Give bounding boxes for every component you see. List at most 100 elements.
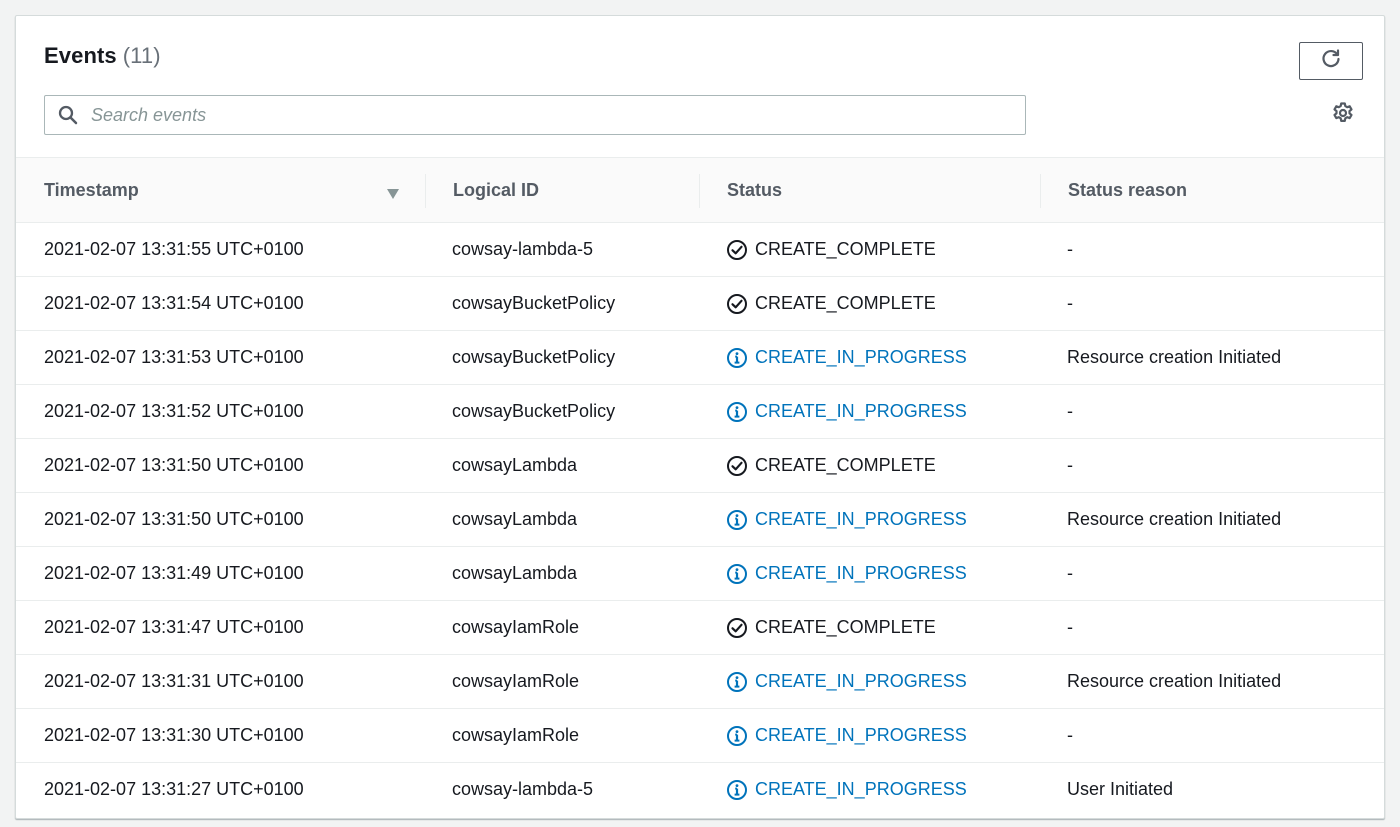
table-row: 2021-02-07 13:31:52 UTC+0100 cowsayBucke… [16,385,1384,439]
status-reason-text: - [1067,401,1073,421]
table-header-row: Timestamp Logical ID Status Status reaso… [16,157,1384,223]
preferences-button[interactable] [1331,101,1355,130]
timestamp-cell: 2021-02-07 13:31:47 UTC+0100 [16,601,425,655]
status-reason-cell: - [1040,277,1384,331]
timestamp-text: 2021-02-07 13:31:55 UTC+0100 [44,239,304,259]
status-text: CREATE_COMPLETE [755,617,936,637]
status-text: CREATE_COMPLETE [755,239,936,259]
status-indicator: CREATE_COMPLETE [726,617,1040,639]
column-header-label: Status reason [1068,179,1188,200]
column-divider [1040,174,1041,208]
status-indicator: CREATE_IN_PROGRESS [726,347,1040,369]
column-divider [699,174,700,208]
status-reason-cell: - [1040,385,1384,439]
timestamp-text: 2021-02-07 13:31:54 UTC+0100 [44,293,304,313]
check-circle-icon [726,239,748,261]
status-reason-cell: User Initiated [1040,763,1384,817]
status-text: CREATE_IN_PROGRESS [755,779,967,800]
status-cell: CREATE_IN_PROGRESS [699,547,1040,601]
status-reason-cell: - [1040,223,1384,277]
logical-id-text: cowsayLambda [452,455,578,475]
info-circle-icon [726,509,748,531]
table-row: 2021-02-07 13:31:55 UTC+0100 cowsay-lamb… [16,223,1384,277]
sort-descending-icon[interactable] [386,184,400,199]
logical-id-cell: cowsayIamRole [425,655,699,709]
check-circle-icon [726,293,748,315]
events-table-body: 2021-02-07 13:31:55 UTC+0100 cowsay-lamb… [16,223,1384,817]
logical-id-cell: cowsay-lambda-5 [425,223,699,277]
table-row: 2021-02-07 13:31:47 UTC+0100 cowsayIamRo… [16,601,1384,655]
logical-id-text: cowsayLambda [452,563,578,583]
logical-id-text: cowsayBucketPolicy [452,347,616,367]
info-circle-icon [726,563,748,585]
status-reason-text: - [1067,239,1073,259]
logical-id-text: cowsayIamRole [452,671,580,691]
table-row: 2021-02-07 13:31:50 UTC+0100 cowsayLambd… [16,439,1384,493]
timestamp-text: 2021-02-07 13:31:31 UTC+0100 [44,671,304,691]
search-icon [57,104,79,126]
events-table: Timestamp Logical ID Status Status reaso… [16,157,1384,817]
status-cell: CREATE_IN_PROGRESS [699,709,1040,763]
status-text: CREATE_IN_PROGRESS [755,725,967,745]
status-text: CREATE_IN_PROGRESS [755,401,967,421]
logical-id-cell: cowsayIamRole [425,601,699,655]
logical-id-text: cowsayIamRole [452,617,580,637]
status-cell: CREATE_IN_PROGRESS [699,493,1040,547]
timestamp-cell: 2021-02-07 13:31:27 UTC+0100 [16,763,425,817]
status-cell: CREATE_IN_PROGRESS [699,655,1040,709]
timestamp-cell: 2021-02-07 13:31:50 UTC+0100 [16,493,425,547]
column-header-status[interactable]: Status [699,158,1040,223]
status-reason-text: - [1067,617,1073,637]
status-indicator: CREATE_IN_PROGRESS [726,401,1040,423]
status-reason-cell: - [1040,709,1384,763]
logical-id-text: cowsayBucketPolicy [452,401,616,421]
timestamp-cell: 2021-02-07 13:31:55 UTC+0100 [16,223,425,277]
logical-id-text: cowsay-lambda-5 [452,779,594,800]
status-cell: CREATE_COMPLETE [699,223,1040,277]
column-header-logical-id[interactable]: Logical ID [425,158,699,223]
info-circle-icon [726,347,748,369]
column-header-status-reason[interactable]: Status reason [1040,158,1384,223]
table-row: 2021-02-07 13:31:54 UTC+0100 cowsayBucke… [16,277,1384,331]
logical-id-cell: cowsayLambda [425,547,699,601]
status-reason-text: - [1067,725,1073,745]
status-reason-cell: Resource creation Initiated [1040,331,1384,385]
table-row: 2021-02-07 13:31:27 UTC+0100 cowsay-lamb… [16,763,1384,817]
table-row: 2021-02-07 13:31:31 UTC+0100 cowsayIamRo… [16,655,1384,709]
timestamp-text: 2021-02-07 13:31:50 UTC+0100 [44,509,304,529]
status-indicator: CREATE_IN_PROGRESS [726,725,1040,747]
gear-icon [1331,101,1355,130]
logical-id-text: cowsayIamRole [452,725,580,745]
timestamp-cell: 2021-02-07 13:31:31 UTC+0100 [16,655,425,709]
status-reason-cell: - [1040,547,1384,601]
status-reason-cell: - [1040,601,1384,655]
status-text: CREATE_IN_PROGRESS [755,563,967,583]
status-cell: CREATE_COMPLETE [699,601,1040,655]
logical-id-cell: cowsayIamRole [425,709,699,763]
timestamp-cell: 2021-02-07 13:31:30 UTC+0100 [16,709,425,763]
search-box[interactable] [44,95,1026,135]
status-text: CREATE_COMPLETE [755,455,936,475]
info-circle-icon [726,725,748,747]
status-indicator: CREATE_IN_PROGRESS [726,509,1040,531]
status-reason-text: Resource creation Initiated [1067,347,1282,367]
info-circle-icon [726,671,748,693]
status-text: CREATE_IN_PROGRESS [755,347,967,367]
refresh-button[interactable] [1299,42,1363,80]
column-header-label: Logical ID [453,179,540,200]
column-header-label: Status [727,179,783,200]
status-indicator: CREATE_IN_PROGRESS [726,671,1040,693]
timestamp-text: 2021-02-07 13:31:53 UTC+0100 [44,347,304,367]
timestamp-cell: 2021-02-07 13:31:52 UTC+0100 [16,385,425,439]
status-reason-cell: Resource creation Initiated [1040,655,1384,709]
page-title: Events (11) [44,43,161,69]
logical-id-cell: cowsay-lambda-5 [425,763,699,817]
status-text: CREATE_IN_PROGRESS [755,671,967,691]
logical-id-cell: cowsayBucketPolicy [425,331,699,385]
table-row: 2021-02-07 13:31:30 UTC+0100 cowsayIamRo… [16,709,1384,763]
check-circle-icon [726,617,748,639]
check-circle-icon [726,455,748,477]
timestamp-text: 2021-02-07 13:31:27 UTC+0100 [44,779,304,800]
column-header-timestamp[interactable]: Timestamp [16,158,425,223]
search-input[interactable] [91,104,991,126]
